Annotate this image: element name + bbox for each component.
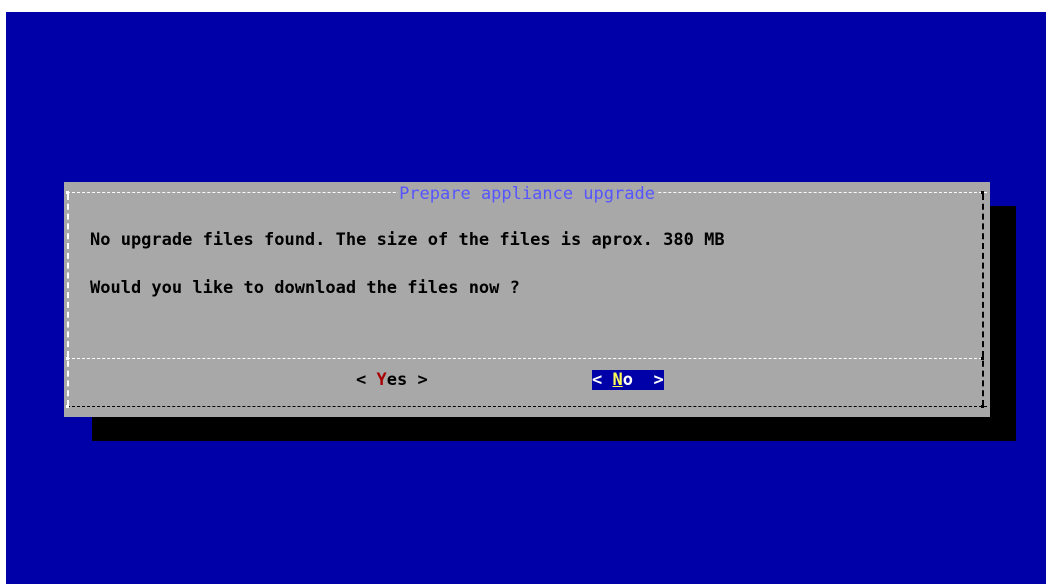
no-button-rest: o >: [622, 370, 664, 390]
yes-button-hotkey: Y: [376, 370, 387, 390]
dialog-corner-bottom-right: [981, 405, 984, 408]
separator-corner-right: [981, 357, 984, 360]
dialog-left-border: [67, 194, 69, 406]
yes-button[interactable]: < Yes >: [356, 370, 428, 390]
yes-button-rest: es >: [386, 370, 428, 390]
message-line-1: No upgrade files found. The size of the …: [90, 230, 725, 250]
upgrade-dialog: Prepare appliance upgrade No upgrade fil…: [64, 182, 990, 417]
dialog-title-bar: Prepare appliance upgrade: [64, 184, 990, 204]
no-button-left-bracket: <: [592, 370, 613, 390]
yes-button-left-bracket: <: [356, 370, 377, 390]
separator-corner-left: [66, 357, 69, 360]
no-button-hotkey: N: [612, 370, 623, 390]
dialog-corner-bottom-left: [66, 405, 69, 408]
dialog-title: Prepare appliance upgrade: [398, 184, 656, 204]
no-button[interactable]: < No >: [592, 370, 664, 390]
terminal-screen: Prepare appliance upgrade No upgrade fil…: [6, 12, 1046, 584]
button-area-separator: [67, 358, 982, 359]
dialog-right-border: [982, 194, 984, 406]
dialog-bottom-border: [67, 406, 987, 407]
message-line-2: Would you like to download the files now…: [90, 278, 520, 298]
